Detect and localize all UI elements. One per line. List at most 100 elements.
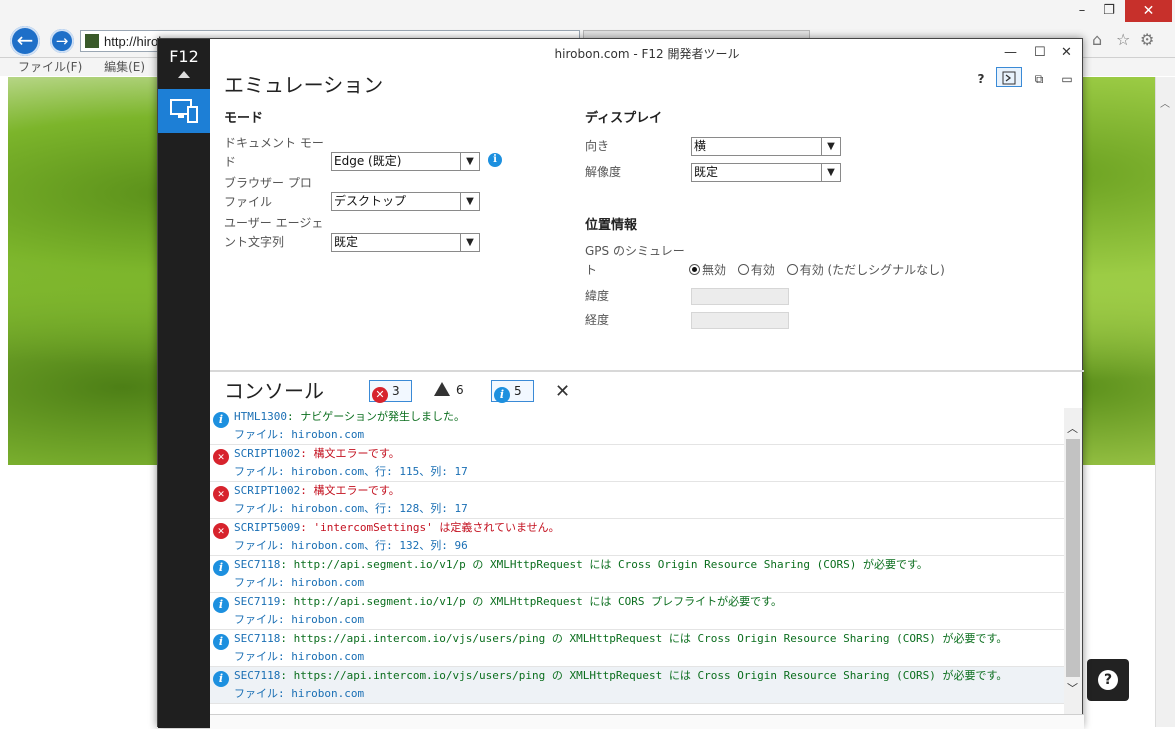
gps-option-no-signal-label: 有効 (ただしシグナルなし) — [799, 263, 945, 277]
mode-title: モード — [224, 111, 264, 126]
scroll-up-icon[interactable]: ︿ — [1160, 95, 1170, 110]
entry-code[interactable]: SCRIPT1002 — [234, 484, 300, 497]
gear-icon[interactable]: ⚙ — [1140, 30, 1154, 49]
gps-radio-enabled[interactable]: 有効 — [737, 263, 775, 277]
devtools-window: F12 hirobon.com - F12 開発者ツール — ☐ ✕ エミュレー… — [157, 38, 1084, 729]
entry-code[interactable]: SCRIPT1002 — [234, 447, 300, 460]
close-window-button[interactable]: ✕ — [1125, 0, 1172, 22]
latitude-label: 緯度 — [585, 289, 610, 303]
resolution-select[interactable]: 既定 ▼ — [691, 163, 841, 182]
gps-radio-disabled[interactable]: 無効 — [689, 263, 726, 277]
info-icon: i — [213, 412, 229, 428]
devtools-minimize-button[interactable]: — — [1004, 45, 1017, 60]
orientation-value: 横 — [694, 139, 707, 153]
entry-separator: : — [300, 484, 314, 497]
entry-source[interactable]: ファイル: hirobon.com、行: 132、列: 96 — [234, 539, 468, 553]
dock-icon[interactable]: ⧉ — [1026, 69, 1052, 89]
entry-separator: : — [280, 558, 294, 571]
console-entry[interactable]: i SEC7118: https://api.intercom.io/vjs/us… — [210, 630, 1064, 667]
orientation-select[interactable]: 横 ▼ — [691, 137, 841, 156]
gps-radio-no-signal[interactable]: 有効 (ただしシグナルなし) — [786, 263, 945, 277]
console-log: i HTML1300: ナビゲーションが発生しました。 ファイル: hirobon.… — [210, 408, 1064, 714]
latitude-input[interactable] — [691, 288, 789, 305]
entry-source[interactable]: ファイル: hirobon.com — [234, 576, 364, 590]
entry-message: 構文エラーです。 — [313, 484, 400, 497]
console-divider[interactable] — [210, 370, 1084, 372]
scroll-down-icon[interactable]: ﹀ — [1067, 680, 1078, 696]
entry-code[interactable]: SCRIPT5009 — [234, 521, 300, 534]
entry-source[interactable]: ファイル: hirobon.com — [234, 428, 364, 442]
info-icon: i — [494, 387, 510, 403]
user-agent-label-2: ント文字列 — [224, 235, 285, 249]
collapse-icon[interactable] — [178, 71, 190, 78]
restore-button[interactable]: ❐ — [1098, 3, 1120, 18]
devtools-maximize-button[interactable]: ☐ — [1034, 45, 1046, 60]
error-count: 3 — [392, 384, 400, 398]
entry-message: 'intercomSettings' は定義されていません。 — [313, 521, 560, 534]
document-mode-value: Edge (既定) — [334, 154, 402, 168]
console-entry[interactable]: i SEC7118: http://api.segment.io/v1/p の X… — [210, 556, 1064, 593]
menu-file[interactable]: ファイル(F) — [18, 60, 82, 74]
geolocation-title: 位置情報 — [585, 218, 638, 233]
devtools-rail: F12 — [158, 39, 210, 728]
back-button[interactable]: ← — [10, 26, 40, 56]
entry-separator: : — [280, 595, 294, 608]
emulation-tool-tab[interactable] — [158, 89, 210, 133]
errors-filter-button[interactable]: ✕ 3 — [369, 380, 412, 403]
devtools-title: hirobon.com - F12 開発者ツール — [554, 47, 740, 61]
document-mode-select[interactable]: Edge (既定) ▼ — [331, 152, 480, 171]
help-button[interactable]: ? — [1087, 659, 1129, 701]
info-icon: i — [213, 560, 229, 576]
info-icon[interactable]: i — [488, 153, 502, 167]
forward-button[interactable]: → — [50, 29, 74, 53]
page-scrollbar[interactable]: ︿ — [1155, 77, 1175, 727]
console-entry[interactable]: i SEC7118: https://api.intercom.io/vjs/us… — [210, 667, 1064, 704]
info-filter-button[interactable]: i5 — [491, 380, 534, 403]
resolution-value: 既定 — [694, 165, 719, 179]
help-icon-button[interactable]: ? — [968, 69, 994, 89]
minimize-button[interactable]: – — [1072, 3, 1092, 18]
entry-code[interactable]: SEC7118 — [234, 669, 280, 682]
entry-separator: : — [280, 632, 294, 645]
user-agent-select[interactable]: 既定 ▼ — [331, 233, 480, 252]
error-icon: ✕ — [213, 449, 229, 465]
browser-profile-select[interactable]: デスクトップ ▼ — [331, 192, 480, 211]
entry-code[interactable]: HTML1300 — [234, 410, 287, 423]
orientation-label: 向き — [585, 139, 610, 153]
error-icon: ✕ — [372, 387, 388, 403]
entry-code[interactable]: SEC7119 — [234, 595, 280, 608]
longitude-input[interactable] — [691, 312, 789, 329]
menu-edit[interactable]: 編集(E) — [104, 60, 145, 74]
entry-code[interactable]: SEC7118 — [234, 558, 280, 571]
undock-icon[interactable]: ▭ — [1054, 69, 1080, 89]
console-scroll-thumb[interactable] — [1066, 439, 1080, 677]
entry-code[interactable]: SEC7118 — [234, 632, 280, 645]
gps-option-disabled-label: 無効 — [702, 263, 727, 277]
emulation-icon — [170, 99, 198, 123]
entry-source[interactable]: ファイル: hirobon.com — [234, 613, 364, 627]
console-entry[interactable]: ✕ SCRIPT1002: 構文エラーです。 ファイル: hirobon.com、行… — [210, 482, 1064, 519]
gps-label-2: ト — [585, 263, 598, 277]
browser-profile-label-1: ブラウザー プロ — [224, 176, 312, 190]
chevron-down-icon: ▼ — [460, 234, 479, 251]
warnings-filter-button[interactable]: 6 — [432, 380, 472, 402]
star-icon[interactable]: ☆ — [1116, 30, 1130, 49]
console-toggle-button[interactable] — [996, 67, 1022, 87]
console-entry[interactable]: ✕ SCRIPT1002: 構文エラーです。 ファイル: hirobon.com、行… — [210, 445, 1064, 482]
user-agent-label-1: ユーザー エージェ — [224, 216, 324, 230]
error-icon: ✕ — [213, 523, 229, 539]
user-agent-value: 既定 — [334, 235, 359, 249]
entry-source[interactable]: ファイル: hirobon.com — [234, 650, 364, 664]
clear-console-button[interactable]: ✕ — [555, 381, 570, 402]
entry-separator: : — [300, 447, 314, 460]
console-entry[interactable]: i HTML1300: ナビゲーションが発生しました。 ファイル: hirobon.… — [210, 408, 1064, 445]
entry-source[interactable]: ファイル: hirobon.com — [234, 687, 364, 701]
devtools-close-button[interactable]: ✕ — [1061, 45, 1072, 60]
scroll-up-icon[interactable]: ︿ — [1067, 420, 1078, 436]
warning-count: 6 — [456, 383, 464, 397]
entry-source[interactable]: ファイル: hirobon.com、行: 115、列: 17 — [234, 465, 468, 479]
console-entry[interactable]: i SEC7119: http://api.segment.io/v1/p の X… — [210, 593, 1064, 630]
home-icon[interactable]: ⌂ — [1092, 30, 1102, 49]
entry-source[interactable]: ファイル: hirobon.com、行: 128、列: 17 — [234, 502, 468, 516]
console-entry[interactable]: ✕ SCRIPT5009: 'intercomSettings' は定義されていま… — [210, 519, 1064, 556]
